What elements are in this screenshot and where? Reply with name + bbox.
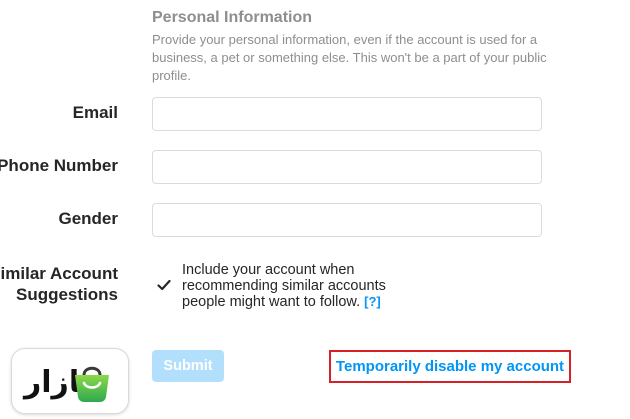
checkmark-icon: [157, 279, 171, 291]
similar-account-suggestions-label: Similar Account Suggestions: [0, 263, 118, 305]
similar-account-label-line1: Similar Account: [0, 264, 118, 283]
temporarily-disable-account-link[interactable]: Temporarily disable my account: [329, 350, 571, 383]
similar-accounts-checkbox[interactable]: [155, 276, 173, 294]
gender-label: Gender: [58, 209, 118, 228]
phone-number-label: Phone Number: [0, 156, 118, 175]
submit-button[interactable]: Submit: [152, 350, 224, 382]
section-description: Provide your personal information, even …: [152, 32, 547, 83]
section-title: Personal Information: [152, 9, 313, 26]
similar-accounts-description: Include your account when recommending s…: [182, 262, 417, 310]
shopping-bag-icon: [75, 366, 109, 402]
email-field[interactable]: [152, 97, 542, 131]
gender-field[interactable]: [152, 203, 542, 237]
similar-accounts-text: Include your account when recommending s…: [182, 262, 386, 310]
email-label: Email: [72, 103, 118, 122]
similar-account-label-line2: Suggestions: [15, 285, 118, 304]
phone-number-field[interactable]: [152, 150, 542, 184]
help-link[interactable]: [?]: [364, 294, 381, 309]
